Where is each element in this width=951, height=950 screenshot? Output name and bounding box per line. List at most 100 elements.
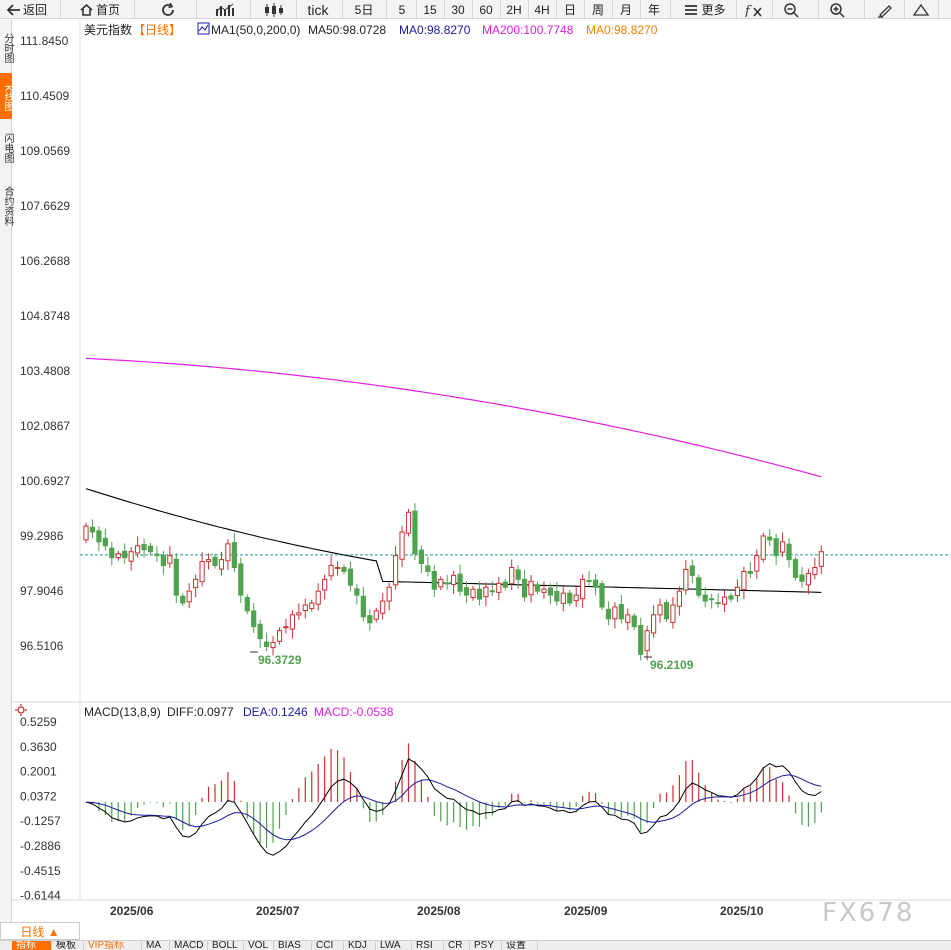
candle [592,573,599,596]
date-tick-label: 2025/08 [417,904,461,918]
price-tick-label: 109.0569 [20,144,70,158]
candle [754,549,760,579]
ma50-value: MA50:98.0728 [308,23,386,37]
indicator-tab[interactable]: 设置 [502,941,538,950]
macd-tick-label: 0.0372 [20,789,57,803]
candle-button[interactable] [254,0,294,19]
candle [193,574,199,598]
candle [302,598,308,619]
period-5day-button[interactable]: 5日 [344,0,384,19]
candle [676,586,682,616]
candlestick-series [83,503,824,661]
period-label: 5日 [354,3,374,17]
period-2h-button[interactable]: 2H [500,0,528,19]
macd-tick-label: -0.6144 [20,889,61,903]
candle [180,593,186,607]
indicator-tab[interactable]: MACD [170,941,208,950]
indicator-tab[interactable]: VOL [244,941,274,950]
macd-tick-label: -0.4515 [20,864,61,878]
candle [618,595,624,624]
period-15min-button[interactable]: 15 [416,0,444,19]
indicator-tab[interactable]: CCI [312,941,344,950]
bar-chart-button[interactable] [206,0,246,19]
indicator-tab[interactable]: BOLL [208,941,244,950]
period-year-button[interactable]: 年 [640,0,668,19]
period-30min-button[interactable]: 30 [444,0,472,19]
candle [522,569,528,602]
candle [721,590,728,613]
period-day-button[interactable]: 日 [556,0,584,19]
tab-lightning[interactable]: 闪电图 [0,120,13,172]
ma-settings-icon[interactable] [197,22,210,35]
indicator-tab[interactable]: KDJ [344,941,376,950]
period-label: 月 [619,3,632,17]
ma0-value: MA0:98.8270 [399,23,471,37]
toolbar: 返回 首页 tick 5日 5 15 30 60 2H 4H 日 周 月 年 更… [0,0,951,19]
candle [231,533,237,573]
period-60min-button[interactable]: 60 [472,0,500,19]
price-tick-label: 96.5106 [20,639,64,653]
collapse-button[interactable] [906,0,936,19]
indicator-tab[interactable]: RSI [412,941,444,950]
candle [560,586,566,612]
candle [599,580,605,611]
chart-area[interactable]: 美元指数 【日线】 MA1(50,0,200,0) MA50:98.0728 M… [12,20,951,922]
home-button[interactable]: 首页 [76,0,124,19]
candle [354,584,360,605]
zoom-in-button[interactable] [822,0,852,19]
period-label: 30 [451,2,465,17]
candle [373,607,379,623]
candle [489,581,495,596]
candle [186,583,192,609]
indicator-tab[interactable]: PSY [470,941,502,950]
date-axis: 2025/06 2025/07 2025/08 2025/09 2025/10 [110,904,764,918]
home-label: 首页 [95,3,120,17]
price-tick-label: 102.0867 [20,419,70,433]
tab-timeline[interactable]: 分时图 [0,20,13,72]
symbol-name: 美元指数 [84,22,132,37]
refresh-button[interactable] [150,0,186,19]
candle [631,612,637,630]
tab-kline[interactable]: K线图 [0,73,13,119]
tab-contract-info[interactable]: 合约资料 [0,174,13,234]
draw-button[interactable] [870,0,900,19]
indicator-tab[interactable]: 模板 [52,941,84,950]
indicator-tab[interactable]: LWA [376,941,412,950]
period-month-button[interactable]: 月 [612,0,640,19]
candle [109,541,115,566]
indicator-tab[interactable]: BIAS [274,941,312,950]
candle [431,565,437,598]
macd-tick-label: 0.5259 [20,715,57,729]
refresh-icon [162,2,174,16]
function-icon: f [745,4,762,17]
period-label: 60 [479,2,493,17]
candle [334,561,341,576]
candle [322,574,328,600]
candle [496,576,502,601]
indicator-tab[interactable]: CR [444,941,470,950]
home-icon [80,3,93,16]
candle [289,610,295,639]
price-tick-label: 100.6927 [20,474,70,488]
candle [586,571,592,587]
period-4h-button[interactable]: 4H [528,0,556,19]
more-button[interactable]: 更多 [676,0,734,19]
tick-button[interactable]: tick [300,0,336,19]
zoom-in-icon [830,2,845,18]
candle [509,559,515,590]
formula-button[interactable]: f [740,0,768,19]
back-button[interactable]: 返回 [2,0,52,19]
back-arrow-icon [6,3,20,16]
indicator-tab[interactable]: VIP指标 [84,941,142,950]
indicator-tab[interactable]: 指标 [12,941,52,950]
zoom-out-button[interactable] [776,0,806,19]
period-label: 4H [534,2,550,17]
period-dropdown-button[interactable]: 日线 ▲ [0,922,80,940]
indicator-tab[interactable]: MA [142,941,170,950]
macd-tick-label: -0.2886 [20,839,61,853]
candle [812,558,818,580]
low-marker-september: 96.2109 [644,656,694,672]
period-5min-button[interactable]: 5 [388,0,416,19]
candle [276,627,283,645]
period-week-button[interactable]: 周 [584,0,612,19]
